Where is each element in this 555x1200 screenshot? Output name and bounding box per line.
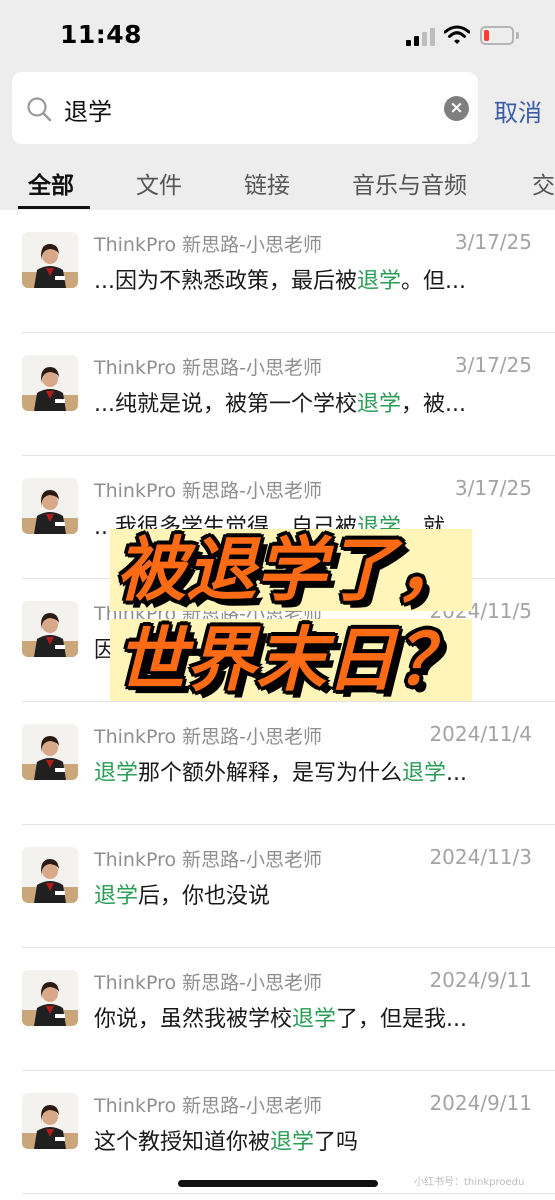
- avatar: [22, 1093, 78, 1149]
- avatar: [22, 601, 78, 657]
- message-date: 3/17/25: [454, 353, 532, 377]
- snippet-text: ...我很多学生觉得，自己被: [94, 515, 357, 540]
- message-date: 2024/9/11: [429, 1091, 532, 1115]
- cellular-signal-icon: [406, 26, 436, 46]
- tab-partial[interactable]: 交: [532, 166, 555, 200]
- message-date: 2024/11/3: [429, 845, 532, 869]
- message-snippet: 这个教授知道你被退学了吗: [94, 1124, 534, 1156]
- tab-links[interactable]: 链接: [244, 166, 290, 200]
- filter-tabs: 全部 文件 链接 音乐与音频 交: [0, 166, 555, 210]
- keyword-highlight: 退学: [356, 515, 401, 540]
- snippet-text: ...纯就是说，被第一个学校: [94, 392, 357, 417]
- message-snippet: 退学后，你也没说: [94, 878, 534, 910]
- snippet-text: 那个额外解释，是写为什么: [138, 761, 403, 786]
- message-snippet: ...因为不熟悉政策，最后被退学。但...: [94, 263, 534, 295]
- result-item[interactable]: ThinkPro 新思路-小思老师 3/17/25 ...因为不熟悉政策，最后被退学…: [0, 210, 555, 333]
- result-item[interactable]: ThinkPro 新思路-小思老师 2024/11/4 退学那个额外解释，是写为什么…: [0, 702, 555, 825]
- snippet-text: 。但...: [401, 269, 466, 294]
- avatar: [22, 478, 78, 534]
- home-indicator: [178, 1180, 378, 1187]
- sender-name: ThinkPro 新思路-小思老师: [94, 234, 323, 256]
- tab-music-audio[interactable]: 音乐与音频: [352, 166, 467, 200]
- snippet-text: ，就...: [401, 515, 466, 540]
- message-snippet: ...纯就是说，被第一个学校退学，被...: [94, 386, 534, 418]
- battery-icon: [480, 26, 514, 45]
- result-item[interactable]: ThinkPro 新思路-小思老师 3/17/25 ...我很多学生觉得，自己被退学…: [0, 456, 555, 579]
- avatar: [22, 232, 78, 288]
- search-icon: [27, 97, 52, 122]
- sender-name: ThinkPro 新思路-小思老师: [94, 972, 323, 994]
- tab-all[interactable]: 全部: [28, 166, 74, 200]
- tab-files[interactable]: 文件: [136, 166, 182, 200]
- message-date: 3/17/25: [454, 230, 532, 254]
- message-date: 3/17/25: [454, 476, 532, 500]
- keyword-highlight: 退学: [94, 761, 139, 786]
- snippet-text: 这个教授知道你被: [94, 1130, 271, 1155]
- message-snippet: 你说，虽然我被学校退学了，但是我...: [94, 1001, 534, 1033]
- sender-name: ThinkPro 新思路-小思老师: [94, 480, 323, 502]
- snippet-text: 后，你也没说: [138, 884, 271, 909]
- message-snippet: ...我很多学生觉得，自己被退学，就...: [94, 509, 534, 541]
- divider: [22, 1193, 555, 1194]
- message-date: 2024/11/4: [429, 722, 532, 746]
- sender-name: ThinkPro 新思路-小思老师: [94, 849, 323, 871]
- snippet-text: 你说，虽然我被学校: [94, 1007, 293, 1032]
- search-box[interactable]: 退学 ×: [12, 72, 478, 144]
- message-date: 2024/9/11: [429, 968, 532, 992]
- keyword-highlight: 退学: [270, 1130, 315, 1155]
- avatar: [22, 724, 78, 780]
- keyword-highlight: 退学: [402, 761, 447, 786]
- message-date: 2024/11/5: [429, 599, 532, 623]
- snippet-text: 了吗: [314, 1130, 359, 1155]
- wifi-icon: [444, 25, 470, 44]
- snippet-text: 因 了课: [94, 638, 167, 663]
- cancel-button[interactable]: 取消: [494, 93, 542, 128]
- result-item[interactable]: ThinkPro 新思路-小思老师 2024/11/3 退学后，你也没说: [0, 825, 555, 948]
- header-area: 11:48 退学 × 取消 全部 文件 链接 音乐与音频 交: [0, 0, 555, 210]
- clear-search-icon[interactable]: ×: [444, 96, 469, 121]
- avatar: [22, 847, 78, 903]
- keyword-highlight: 退学: [356, 269, 401, 294]
- watermark: 小红书号：thinkproedu: [414, 1177, 525, 1188]
- sender-name: ThinkPro 新思路-小思老师: [94, 603, 323, 625]
- keyword-highlight: 退学: [356, 392, 401, 417]
- snippet-text: ，被...: [401, 392, 466, 417]
- battery-cap: [516, 32, 519, 39]
- keyword-highlight: 退学: [292, 1007, 337, 1032]
- active-tab-indicator: [18, 206, 90, 209]
- keyword-highlight: 退学: [94, 884, 139, 909]
- result-item[interactable]: ThinkPro 新思路-小思老师 3/17/25 ...纯就是说，被第一个学校退学…: [0, 333, 555, 456]
- sender-name: ThinkPro 新思路-小思老师: [94, 726, 323, 748]
- sender-name: ThinkPro 新思路-小思老师: [94, 1095, 323, 1117]
- snippet-text: ...: [446, 761, 468, 786]
- snippet-text: ...因为不熟悉政策，最后被: [94, 269, 357, 294]
- search-input[interactable]: 退学: [64, 92, 112, 127]
- avatar: [22, 970, 78, 1026]
- result-item[interactable]: ThinkPro 新思路-小思老师 2024/9/11 你说，虽然我被学校退学了，但…: [0, 948, 555, 1071]
- message-snippet: 因 了课: [94, 632, 534, 664]
- snippet-text: 了，但是我...: [336, 1007, 468, 1032]
- status-time: 11:48: [60, 20, 143, 49]
- result-item[interactable]: ThinkPro 新思路-小思老师 2024/11/5 因 了课: [0, 579, 555, 702]
- avatar: [22, 355, 78, 411]
- message-snippet: 退学那个额外解释，是写为什么退学...: [94, 755, 534, 787]
- sender-name: ThinkPro 新思路-小思老师: [94, 357, 323, 379]
